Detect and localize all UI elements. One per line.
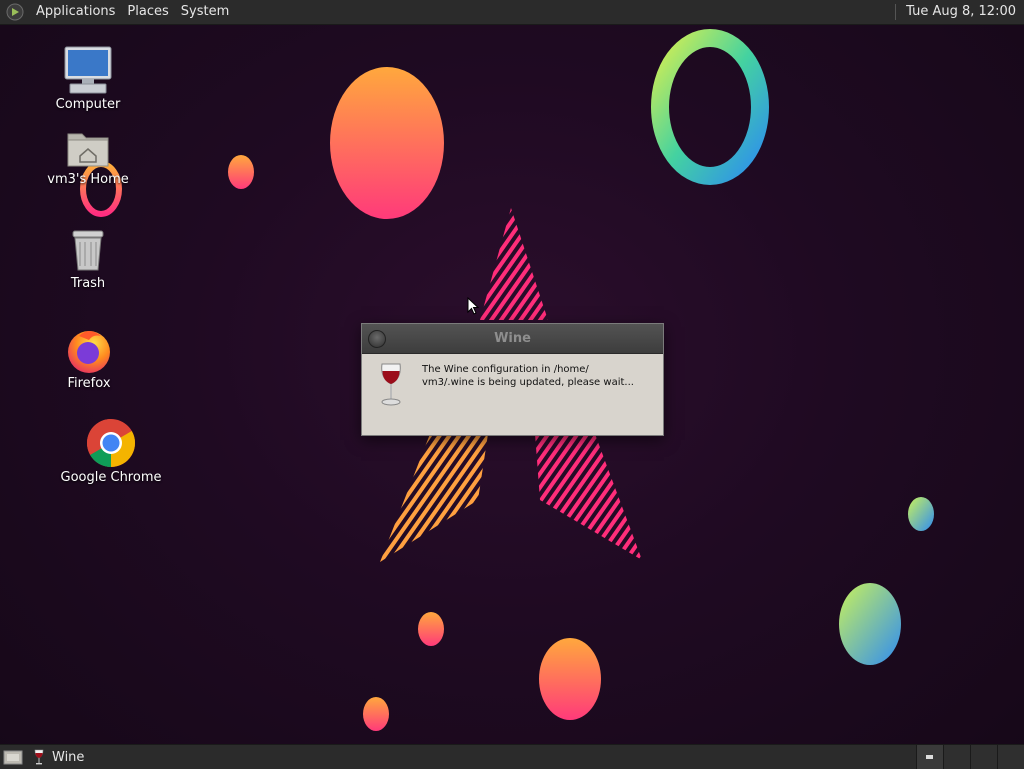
- workspace-window-thumb: [926, 755, 933, 759]
- wallpaper-bubble: [908, 497, 934, 531]
- wallpaper-bubble: [363, 697, 389, 731]
- wallpaper-bubble: [418, 612, 444, 646]
- desktop-icon-label: Computer: [55, 97, 121, 112]
- wallpaper-bubble: [839, 583, 901, 665]
- workspace-1[interactable]: [916, 745, 943, 769]
- panel-separator: [895, 4, 897, 20]
- menu-system[interactable]: System: [175, 0, 235, 24]
- top-panel: Applications Places System Tue Aug 8, 12…: [0, 0, 1024, 25]
- wine-glass-icon: [34, 749, 44, 765]
- menu-places[interactable]: Places: [121, 0, 174, 24]
- wallpaper-arch-left: [380, 434, 488, 562]
- menu-applications[interactable]: Applications: [30, 0, 121, 24]
- bottom-taskbar: Wine: [0, 744, 1024, 769]
- wine-dialog[interactable]: Wine The Wine configuration in /home/ vm…: [361, 323, 664, 436]
- menu-logo-icon[interactable]: [6, 3, 24, 21]
- wallpaper-bubble: [539, 638, 601, 720]
- workspace-4[interactable]: [997, 745, 1024, 769]
- wallpaper-bubble: [228, 155, 254, 189]
- wallpaper-bubble: [330, 67, 444, 219]
- dialog-title: Wine: [494, 331, 531, 346]
- workspace-2[interactable]: [943, 745, 970, 769]
- chrome-icon: [86, 419, 136, 467]
- workspace-switcher: [916, 745, 1024, 769]
- show-desktop-icon[interactable]: [2, 748, 24, 766]
- desktop-icon-label: Google Chrome: [60, 470, 162, 485]
- wine-glass-icon: [381, 363, 401, 406]
- desktop-icon-chrome[interactable]: Google Chrome: [51, 418, 171, 485]
- desktop-icon-home[interactable]: vm3's Home: [28, 128, 148, 187]
- wallpaper-ring: [651, 29, 769, 185]
- wallpaper-arch-top: [480, 208, 548, 320]
- computer-icon: [64, 46, 112, 94]
- home-folder-icon: [67, 133, 109, 167]
- desktop-icon-trash[interactable]: Trash: [28, 228, 148, 291]
- taskbar-item-label: Wine: [52, 749, 85, 765]
- firefox-icon: [68, 331, 110, 373]
- taskbar-item-wine[interactable]: Wine: [34, 745, 84, 769]
- dialog-titlebar[interactable]: Wine: [362, 324, 663, 354]
- mouse-cursor-icon: [467, 297, 479, 315]
- desktop-icon-label: Trash: [70, 276, 106, 291]
- trash-icon: [72, 230, 104, 271]
- desktop-icon-label: Firefox: [67, 376, 111, 391]
- dialog-message-line: vm3/.wine is being updated, please wait.…: [422, 377, 634, 388]
- desktop-icon-label: vm3's Home: [47, 172, 129, 187]
- workspace-3[interactable]: [970, 745, 997, 769]
- desktop-icon-computer[interactable]: Computer: [28, 45, 148, 112]
- dialog-message-line: The Wine configuration in /home/: [422, 364, 589, 375]
- clock[interactable]: Tue Aug 8, 12:00: [902, 0, 1024, 24]
- dialog-body: The Wine configuration in /home/ vm3/.wi…: [362, 354, 663, 435]
- wallpaper-arch-right: [535, 434, 642, 560]
- dialog-message: The Wine configuration in /home/ vm3/.wi…: [422, 363, 652, 389]
- desktop-icon-firefox[interactable]: Firefox: [29, 326, 149, 391]
